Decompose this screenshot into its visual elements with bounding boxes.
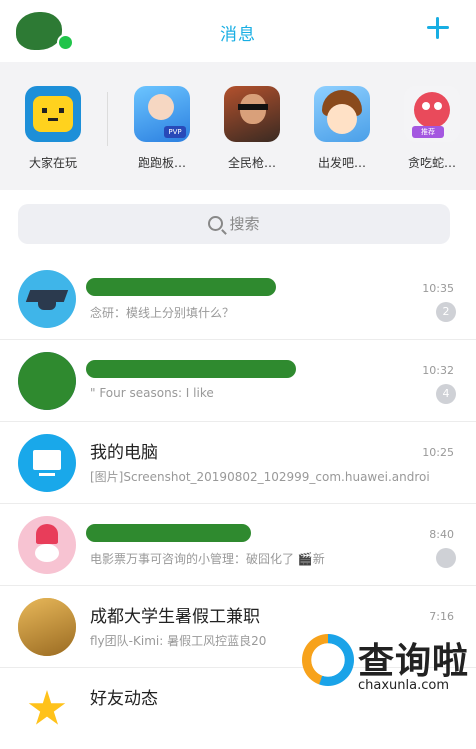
- watermark-text: 查询啦: [358, 641, 470, 682]
- conversation-name: 我的电脑: [90, 443, 158, 463]
- page-title: 消息: [220, 25, 256, 45]
- group-avatar: [18, 352, 76, 410]
- search-input[interactable]: 搜索: [18, 204, 450, 244]
- snake-game-icon: 推荐: [404, 86, 460, 142]
- conversation-name: 好友动态: [90, 689, 158, 709]
- game-label: 出发吧…: [317, 156, 366, 170]
- job-group-avatar: [18, 598, 76, 656]
- game-item-kart[interactable]: PVP 跑跑板…: [127, 86, 197, 171]
- kart-game-icon: PVP: [134, 86, 190, 142]
- watermark-logo: 查询啦 chaxunla.com: [300, 632, 476, 704]
- watermark-url: chaxunla.com: [358, 678, 449, 693]
- friend-feed-star-icon: [18, 680, 76, 738]
- message-time: 10:32: [422, 364, 454, 377]
- last-message: fly团队-Kimi: 暑假工风控蓝良20: [90, 634, 267, 648]
- message-time: 8:40: [429, 528, 454, 541]
- divider: [107, 92, 108, 146]
- add-plus-icon[interactable]: [424, 14, 452, 42]
- game-label: 跑跑板…: [137, 156, 186, 170]
- game-item-shooter[interactable]: 全民枪…: [217, 86, 287, 171]
- search-placeholder: 搜索: [229, 215, 260, 233]
- game-label: 大家在玩: [28, 156, 77, 170]
- graduation-cap-avatar: [18, 270, 76, 328]
- message-time: 10:35: [422, 282, 454, 295]
- computer-monitor-icon: [18, 434, 76, 492]
- game-label: 全民枪…: [227, 156, 276, 170]
- last-message: [图片]Screenshot_20190802_102999_com.huawe…: [90, 470, 430, 484]
- top-bar: 消息: [0, 0, 476, 62]
- redacted-name: [86, 360, 296, 378]
- conversation-row[interactable]: 电影票万事可咨询的小管理：破囧化了 🎬新 8:40: [0, 504, 476, 586]
- game-label: 贪吃蛇…: [407, 156, 456, 170]
- game-item-adventure[interactable]: 出发吧…: [307, 86, 377, 171]
- conversation-row[interactable]: 我的电脑 [图片]Screenshot_20190802_102999_com.…: [0, 422, 476, 504]
- conversation-row[interactable]: 念研：模线上分别填什么？ 10:35 2: [0, 258, 476, 340]
- redacted-name: [86, 524, 251, 542]
- search-area: 搜索: [0, 190, 476, 254]
- unread-badge: 2: [436, 302, 456, 322]
- conversation-row[interactable]: " Four seasons: I like 10:32 4: [0, 340, 476, 422]
- last-message: " Four seasons: I like: [90, 386, 214, 400]
- watermark-q-icon: [302, 634, 354, 686]
- game-item-snake[interactable]: 推荐 贪吃蛇…: [397, 86, 467, 171]
- movie-helper-avatar: [18, 516, 76, 574]
- game-item-hub[interactable]: 大家在玩: [18, 86, 88, 171]
- message-time: 10:25: [422, 446, 454, 459]
- games-strip: 大家在玩 PVP 跑跑板… 全民枪… 出发吧… 推荐 贪吃蛇…: [0, 62, 476, 190]
- message-time: 7:16: [429, 610, 454, 623]
- last-message: 念研：模线上分别填什么？: [90, 306, 235, 320]
- conversation-name: 成都大学生暑假工兼职: [90, 607, 260, 627]
- unread-badge: 4: [436, 384, 456, 404]
- shooter-game-icon: [224, 86, 280, 142]
- redacted-name: [86, 278, 276, 296]
- adventure-game-icon: [314, 86, 370, 142]
- search-icon: [208, 216, 224, 231]
- last-message: 电影票万事可咨询的小管理：破囧化了 🎬新: [90, 552, 325, 566]
- unread-badge: [436, 548, 456, 568]
- game-hub-icon: [25, 86, 81, 142]
